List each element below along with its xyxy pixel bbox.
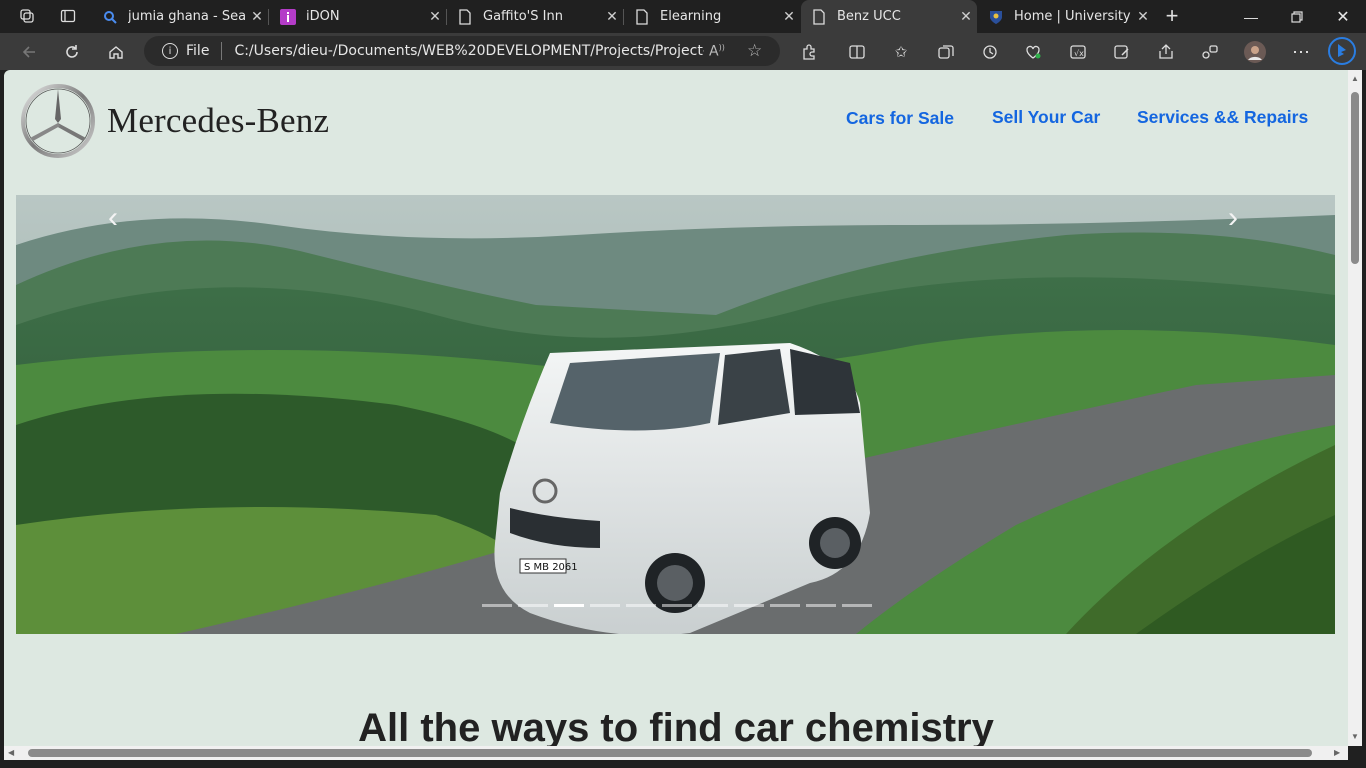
tab-elearning[interactable]: Elearning ✕ [624,0,800,33]
tab-title: Gaffito'S Inn [483,9,563,24]
refresh-icon[interactable] [57,38,87,66]
split-screen-icon[interactable] [846,41,868,63]
horizontal-scrollbar[interactable]: ◀ ▶ [4,746,1348,760]
page-icon [634,8,650,25]
carousel-indicator[interactable] [590,604,620,607]
tab-university[interactable]: Home | University Of ✕ [978,0,1154,33]
carousel-next-icon[interactable]: › [1228,201,1238,235]
taskbar-edge [0,760,1366,768]
tab-idon[interactable]: iDON ✕ [270,0,447,33]
carousel-indicator[interactable] [770,604,800,607]
workspaces-icon[interactable] [14,4,40,28]
tab-gaffitos-inn[interactable]: Gaffito'S Inn ✕ [447,0,624,33]
carousel-indicators [482,604,872,607]
restore-icon[interactable] [1274,0,1320,33]
idon-favicon [280,8,296,25]
hero-image: S MB 2061 [16,195,1335,634]
carousel-indicator[interactable] [806,604,836,607]
address-url[interactable]: C:/Users/dieu-/Documents/WEB%20DEVELOPME… [234,43,704,59]
carousel-indicator[interactable] [518,604,548,607]
tab-jumia-search[interactable]: jumia ghana - Search ✕ [92,0,269,33]
ucc-favicon [988,9,1004,25]
bing-copilot-icon[interactable] [1328,37,1356,65]
carousel-indicator[interactable] [734,604,764,607]
nav-services-repairs[interactable]: Services && Repairs [1137,107,1308,128]
tab-title: jumia ghana - Search [128,9,246,24]
close-icon[interactable]: ✕ [601,9,623,25]
browser-toolbar: i File C:/Users/dieu-/Documents/WEB%20DE… [0,33,1366,70]
new-tab-icon[interactable]: + [1159,3,1185,28]
site-logo[interactable]: Mercedes-Benz [20,83,329,159]
nav-cars-for-sale[interactable]: Cars for Sale [846,108,954,129]
read-aloud-icon[interactable]: A)) [709,43,725,60]
tab-actions-icon[interactable] [55,4,81,28]
home-icon[interactable] [101,38,131,66]
share-icon[interactable] [1155,41,1177,63]
favorites-icon[interactable]: ✩ [890,41,912,63]
vertical-scrollbar[interactable]: ▲ ▼ [1348,70,1362,746]
carousel-prev-icon[interactable]: ‹ [108,201,118,235]
page-icon [457,8,473,25]
page-icon [811,8,827,25]
web-capture-icon[interactable] [1111,41,1133,63]
info-icon[interactable]: i [162,43,178,59]
tab-title: iDON [306,9,340,24]
carousel-indicator[interactable] [842,604,872,607]
more-menu-icon[interactable]: ⋯ [1290,41,1312,63]
close-icon[interactable]: ✕ [1132,9,1154,25]
close-icon[interactable]: ✕ [955,9,977,25]
history-icon[interactable] [979,41,1001,63]
collections-icon[interactable] [935,41,957,63]
back-icon[interactable] [14,38,44,66]
profile-avatar[interactable] [1244,41,1266,63]
close-icon[interactable]: ✕ [246,9,268,25]
carousel-indicator[interactable] [482,604,512,607]
tab-bar: jumia ghana - Search ✕ iDON ✕ Gaffito'S … [0,0,1366,33]
scroll-down-icon[interactable]: ▼ [1351,732,1359,741]
carousel-indicator[interactable] [662,604,692,607]
address-divider [221,42,223,60]
extensions-icon[interactable] [798,41,820,63]
carousel-indicator[interactable] [554,604,584,607]
brand-name: Mercedes-Benz [107,101,330,140]
tab-title: Elearning [660,9,722,24]
favorite-star-icon[interactable]: ☆ [747,41,762,61]
tab-benz-ucc[interactable]: Benz UCC ✕ [801,0,977,33]
carousel-indicator[interactable] [698,604,728,607]
minimize-icon[interactable]: — [1228,0,1274,33]
horizontal-scroll-thumb[interactable] [28,749,1312,757]
browser-essentials-icon[interactable] [1022,41,1044,63]
tab-title: Home | University Of [1014,9,1132,24]
close-icon[interactable]: ✕ [778,9,800,25]
address-scheme: File [186,43,210,59]
page-viewport: Mercedes-Benz Cars for Sale Sell Your Ca… [4,70,1348,746]
svg-text:√x: √x [1074,49,1084,58]
address-bar[interactable]: i File C:/Users/dieu-/Documents/WEB%20DE… [144,36,780,66]
section-headline: All the ways to find car chemistry [358,706,994,746]
feedback-icon[interactable] [1199,41,1221,63]
hero-carousel[interactable]: S MB 2061 ‹ › [16,195,1335,634]
carousel-indicator[interactable] [626,604,656,607]
mercedes-star-icon [21,84,95,158]
scroll-up-icon[interactable]: ▲ [1351,74,1359,83]
close-icon[interactable]: ✕ [424,9,446,25]
tab-title: Benz UCC [837,9,901,24]
license-plate: S MB 2061 [524,562,578,573]
scroll-left-icon[interactable]: ◀ [8,748,14,757]
math-solver-icon[interactable]: √x [1067,41,1089,63]
scroll-right-icon[interactable]: ▶ [1334,748,1340,757]
vertical-scroll-thumb[interactable] [1351,92,1359,264]
close-window-icon[interactable]: ✕ [1320,0,1366,33]
search-icon [102,9,118,25]
nav-sell-your-car[interactable]: Sell Your Car [992,107,1100,128]
